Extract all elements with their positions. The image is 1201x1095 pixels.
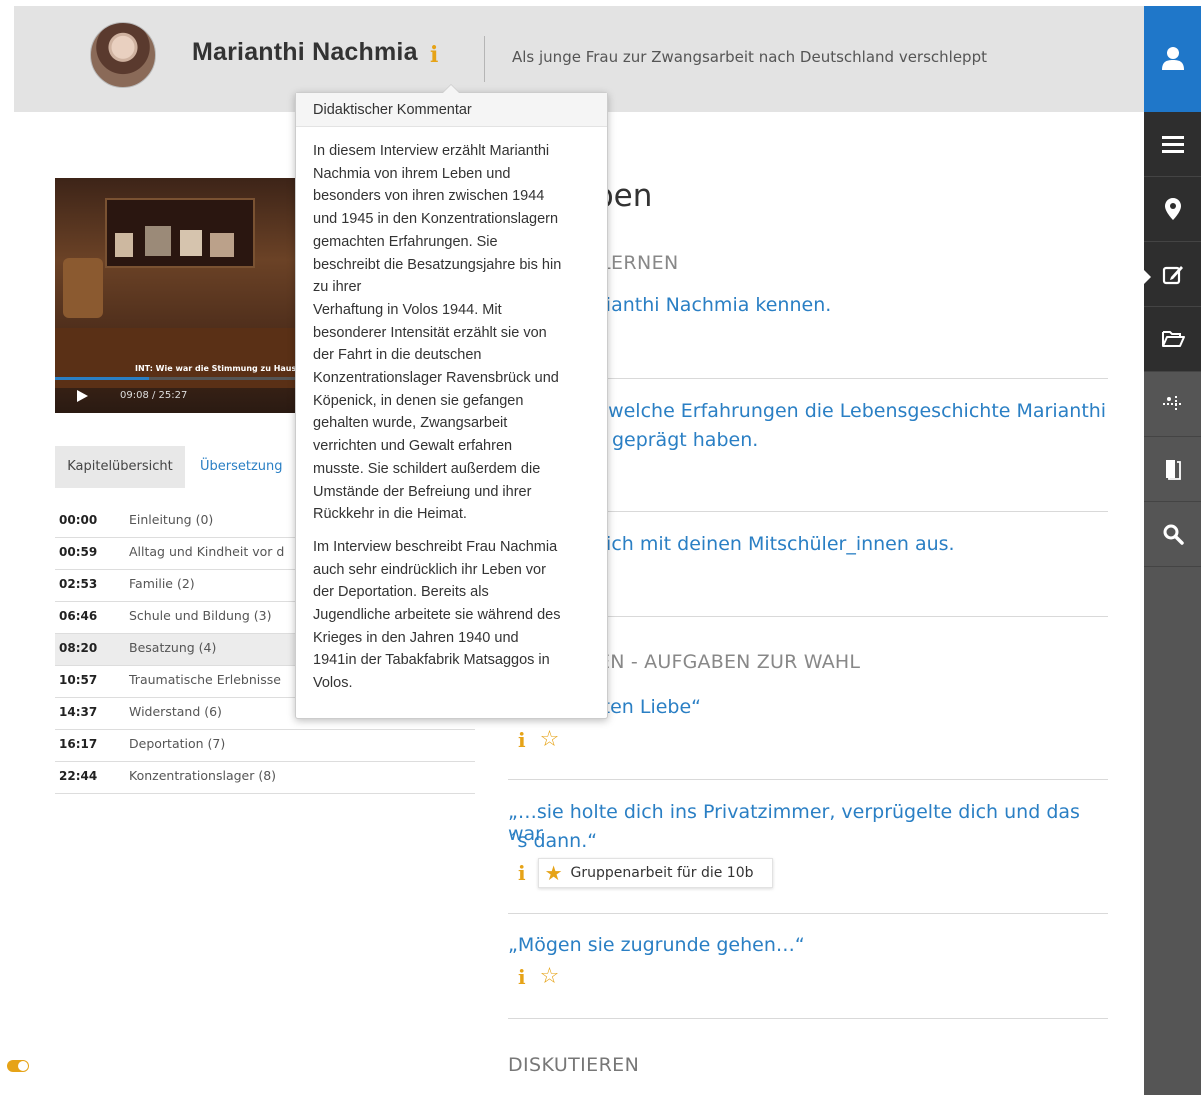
didactic-comment-popover: Didaktischer Kommentar In diesem Intervi… (295, 84, 608, 719)
popover-paragraph: In diesem Interview erzählt Marianthi Na… (313, 143, 562, 523)
page: Marianthi Nachmia i Als junge Frau zur Z… (14, 6, 1144, 1095)
chapter-title: Konzentrationslager (8) (129, 768, 277, 783)
chapter-time: 22:44 (59, 769, 98, 783)
section-heading-learn: LERNEN (600, 252, 679, 274)
chapter-time: 14:37 (59, 705, 98, 719)
chapter-time: 16:17 (59, 737, 98, 751)
divider (508, 913, 1108, 914)
star-outline-icon[interactable]: ☆ (540, 964, 560, 989)
sidebar-item-menu[interactable] (1144, 112, 1201, 177)
info-icon[interactable]: i (518, 861, 526, 885)
user-icon (1161, 47, 1184, 70)
folder-open-icon (1161, 331, 1185, 347)
option-link-2-cont[interactable]: ´s dann.“ (508, 830, 597, 852)
chapter-time: 06:46 (59, 609, 98, 623)
chapter-title: Besatzung (4) (129, 640, 217, 655)
group-assignment-badge[interactable]: ★ Gruppenarbeit für die 10b (537, 858, 773, 888)
video-progress-bar[interactable] (55, 377, 317, 380)
info-icon[interactable]: i (430, 42, 438, 68)
star-outline-icon[interactable]: ☆ (540, 727, 560, 752)
chapter-title: Familie (2) (129, 576, 195, 591)
video-frame-photo (210, 233, 234, 257)
divider (508, 1018, 1108, 1019)
chapter-title: Alltag und Kindheit vor d (129, 544, 285, 559)
option-link-3[interactable]: „Mögen sie zugrunde gehen…“ (508, 934, 805, 956)
video-frame-photo (180, 230, 202, 256)
chapter-title: Schule und Bildung (3) (129, 608, 272, 623)
divider (508, 779, 1108, 780)
chapter-time: 02:53 (59, 577, 98, 591)
video-frame-photo (145, 226, 171, 256)
section-heading-discuss: DISKUTIEREN (508, 1054, 640, 1076)
menu-icon (1161, 136, 1184, 153)
search-icon (1163, 524, 1184, 545)
map-pin-icon (1164, 198, 1181, 220)
sidebar-item-search[interactable] (1144, 502, 1201, 567)
timeline-icon (1162, 396, 1183, 412)
right-sidebar (1144, 6, 1201, 1095)
info-icon[interactable]: i (518, 728, 526, 752)
chapter-title: Widerstand (6) (129, 704, 222, 719)
chapter-time: 00:00 (59, 513, 98, 527)
video-frame-lamp (63, 258, 103, 318)
header-divider (484, 36, 485, 82)
book-icon (1165, 460, 1181, 480)
sidebar-item-profile[interactable] (1144, 6, 1201, 112)
chapter-title: Einleitung (0) (129, 512, 214, 527)
popover-title: Didaktischer Kommentar (296, 93, 607, 127)
star-filled-icon: ★ (544, 861, 563, 885)
info-icon[interactable]: i (518, 965, 526, 989)
task-link-2-cont[interactable]: s geprägt haben. (596, 429, 758, 451)
tab-translation[interactable]: Übersetzung (200, 446, 290, 488)
option-2-actions: i ★ Gruppenarbeit für die 10b (518, 858, 773, 888)
option-link-2[interactable]: „…sie holte dich ins Privatzimmer, verpr… (508, 801, 1118, 845)
option-1-actions: i ☆ (518, 727, 559, 752)
person-name: Marianthi Nachmia (192, 38, 418, 66)
play-icon[interactable] (77, 390, 88, 402)
chapter-time: 10:57 (59, 673, 98, 687)
chapter-time: 00:59 (59, 545, 98, 559)
video-subtitle: INT: Wie war die Stimmung zu Haus (135, 364, 297, 373)
video-time: 09:08 / 25:27 (120, 390, 188, 401)
option-3-actions: i ☆ (518, 964, 559, 989)
sidebar-item-library[interactable] (1144, 437, 1201, 502)
chapter-row[interactable]: 16:17 Deportation (7) (55, 730, 475, 762)
sidebar-item-timeline[interactable] (1144, 372, 1201, 437)
task-link-1[interactable]: rianthi Nachmia kennen. (598, 294, 831, 316)
section-heading-choice: EN - AUFGABEN ZUR WAHL (598, 651, 861, 673)
toggle-knob (18, 1061, 28, 1071)
task-link-3[interactable]: dich mit deinen Mitschüler_innen aus. (594, 533, 955, 555)
task-link-2[interactable]: , welche Erfahrungen die Lebensgeschicht… (596, 400, 1106, 422)
sidebar-item-folder[interactable] (1144, 307, 1201, 372)
edit-icon (1162, 266, 1183, 285)
sidebar-item-tasks[interactable] (1144, 242, 1201, 307)
chapter-title: Traumatische Erlebnisse (129, 672, 281, 687)
group-assignment-label: Gruppenarbeit für die 10b (570, 865, 754, 881)
sidebar-item-location[interactable] (1144, 177, 1201, 242)
popover-paragraph: Im Interview beschreibt Frau Nachmia auc… (313, 538, 561, 692)
chapter-time: 08:20 (59, 641, 98, 655)
toggle-switch[interactable] (7, 1060, 29, 1072)
chapter-row[interactable]: 22:44 Konzentrationslager (8) (55, 762, 475, 794)
tab-chapter-overview[interactable]: Kapitelübersicht (55, 446, 185, 488)
video-player[interactable]: INT: Wie war die Stimmung zu Haus 09:08 … (55, 178, 317, 413)
avatar[interactable] (90, 22, 156, 88)
popover-body: In diesem Interview erzählt Marianthi Na… (296, 127, 607, 695)
video-progress-fill (55, 377, 150, 380)
video-frame-photo (115, 233, 133, 257)
chapter-title: Deportation (7) (129, 736, 226, 751)
